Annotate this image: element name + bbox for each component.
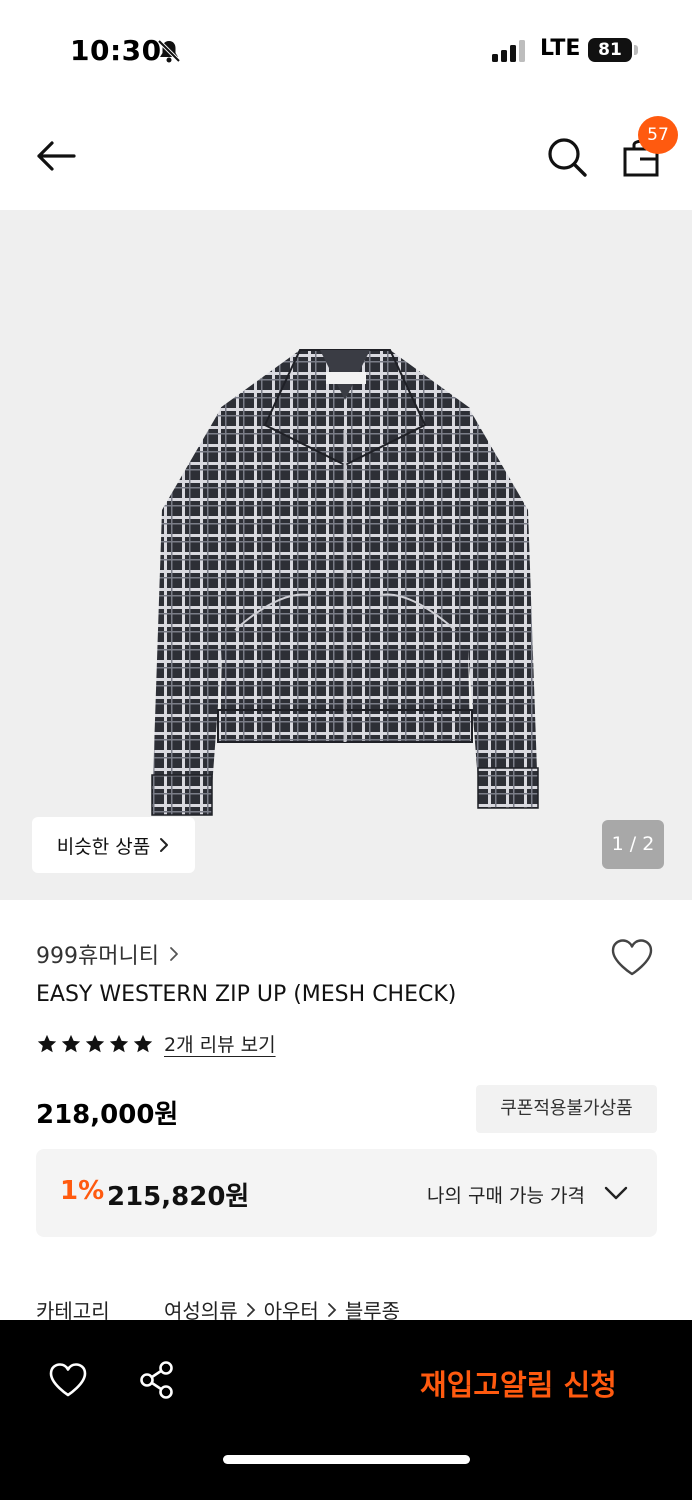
restock-alert-button[interactable]: 재입고알림 신청 xyxy=(420,1362,617,1404)
bell-off-icon xyxy=(157,39,181,63)
home-indicator xyxy=(223,1455,470,1464)
cart-count-badge: 57 xyxy=(638,116,678,154)
star-icon xyxy=(109,1034,129,1052)
my-price-box[interactable]: 1% 215,820원 나의 구매 가능 가격 xyxy=(36,1149,657,1237)
battery-icon: 81 xyxy=(588,38,632,62)
wishlist-heart-icon[interactable] xyxy=(610,938,654,978)
share-icon[interactable] xyxy=(138,1360,176,1400)
similar-products-label: 비슷한 상품 xyxy=(56,835,151,858)
battery-tip xyxy=(634,45,638,55)
discount-rate: 1% xyxy=(60,1176,105,1206)
chevron-right-icon xyxy=(246,1302,255,1317)
my-price-label: 나의 구매 가능 가격 xyxy=(427,1185,585,1207)
chevron-down-icon[interactable] xyxy=(603,1183,629,1203)
status-bar: 10:30 LTE 81 xyxy=(0,0,692,100)
image-page-indicator: 1 / 2 xyxy=(602,820,664,869)
search-icon[interactable] xyxy=(546,136,588,178)
my-price: 215,820원 xyxy=(107,1182,250,1212)
product-title: EASY WESTERN ZIP UP (MESH CHECK) xyxy=(36,982,457,1007)
network-label: LTE xyxy=(540,36,581,61)
rating-row: 2개 리뷰 보기 xyxy=(36,1030,276,1057)
brand-name: 999휴머니티 xyxy=(36,944,159,969)
chevron-right-icon xyxy=(327,1302,337,1317)
status-time: 10:30 xyxy=(70,34,162,67)
review-link[interactable]: 2개 리뷰 보기 xyxy=(164,1030,276,1057)
star-icon xyxy=(37,1034,57,1052)
chevron-right-icon xyxy=(160,838,169,852)
star-icon xyxy=(133,1034,153,1052)
battery-level: 81 xyxy=(598,40,622,60)
similar-products-button[interactable]: 비슷한 상품 xyxy=(32,817,195,873)
coupon-unavailable-badge: 쿠폰적용불가상품 xyxy=(476,1085,657,1133)
star-icon xyxy=(61,1034,81,1052)
bottom-action-bar: 재입고알림 신청 xyxy=(0,1320,692,1500)
back-arrow-icon[interactable] xyxy=(34,138,78,174)
star-rating xyxy=(36,1033,154,1055)
product-image xyxy=(151,349,539,816)
heart-outline-icon[interactable] xyxy=(48,1362,88,1398)
brand-link[interactable]: 999휴머니티 xyxy=(36,938,179,970)
chevron-right-icon xyxy=(170,947,178,961)
product-image-gallery[interactable]: 비슷한 상품 1 / 2 xyxy=(0,210,692,900)
star-icon xyxy=(85,1034,105,1052)
signal-icon xyxy=(492,40,525,62)
product-price: 218,000원 xyxy=(36,1100,179,1130)
top-nav xyxy=(0,100,692,210)
